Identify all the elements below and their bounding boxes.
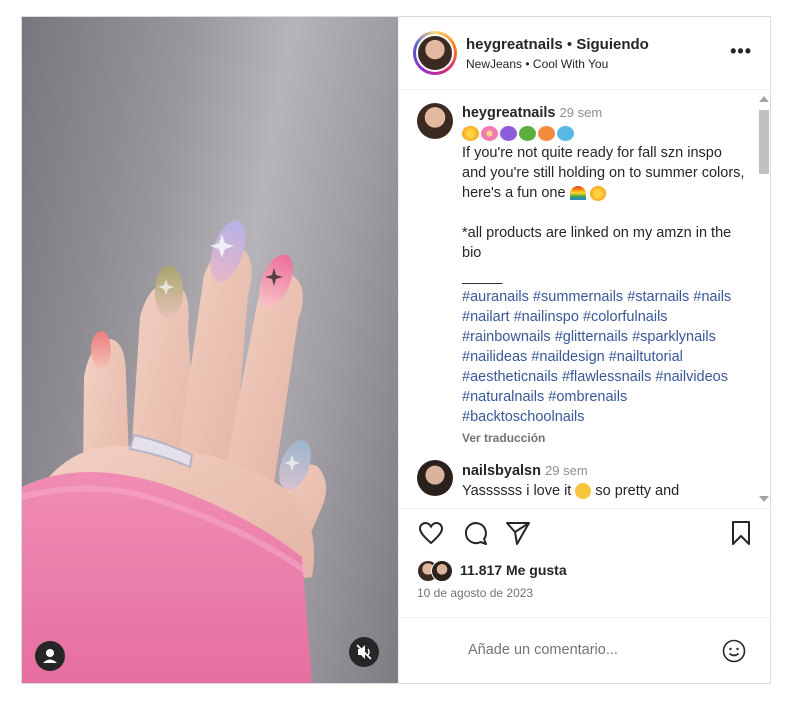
caption-emojis	[462, 123, 747, 143]
star-eyes-emoji-icon	[575, 483, 592, 500]
comment-item: nailsbyalsn 29 sem Yassssss i love it so…	[462, 461, 747, 501]
liker-avatar-2	[431, 560, 453, 582]
caption-divider: _____	[462, 269, 503, 285]
volume-off-icon	[356, 644, 372, 660]
flower-emoji-icon	[481, 125, 498, 141]
music-track[interactable]: NewJeans • Cool With You	[466, 57, 608, 71]
comment-time[interactable]: 29 sem	[545, 463, 588, 478]
heart-icon[interactable]	[417, 519, 445, 547]
comment-text: Yassssss i love it	[462, 483, 572, 499]
tagged-people-button[interactable]	[35, 641, 65, 671]
purple-heart-emoji-icon	[500, 125, 517, 141]
sparkles-emoji-icon	[462, 125, 479, 141]
caption-text-2: *all products are linked on my amzn in t…	[462, 225, 732, 261]
author-username[interactable]: heygreatnails	[466, 36, 563, 53]
likes-count[interactable]: 11.817 Me gusta	[460, 562, 567, 578]
caption-username[interactable]: heygreatnails	[462, 105, 556, 121]
mute-button[interactable]	[349, 637, 379, 667]
caption-time[interactable]: 29 sem	[560, 105, 603, 120]
comments-scrollbar[interactable]	[758, 94, 770, 504]
add-comment-input[interactable]: Añade un comentario...	[468, 642, 618, 658]
caption-avatar[interactable]	[417, 103, 453, 139]
comment-icon[interactable]	[461, 519, 489, 547]
following-button[interactable]: Siguiendo	[576, 36, 649, 53]
post-actions	[399, 509, 772, 559]
emoji-picker-icon[interactable]	[722, 639, 746, 663]
post-date[interactable]: 10 de agosto de 2023	[417, 586, 533, 600]
post-modal: heygreatnails • Siguiendo NewJeans • Coo…	[21, 16, 772, 684]
hashtags[interactable]: #auranails #summernails #starnails #nail…	[462, 287, 747, 427]
rainbow-emoji-icon	[569, 186, 586, 201]
comment-avatar[interactable]	[417, 460, 453, 496]
comments-section[interactable]: heygreatnails 29 sem If you're not quite…	[399, 90, 772, 509]
more-options-icon[interactable]: •••	[730, 41, 752, 62]
post-side-panel: heygreatnails • Siguiendo NewJeans • Coo…	[398, 17, 772, 683]
post-caption: heygreatnails 29 sem If you're not quite…	[462, 103, 747, 448]
bookmark-icon[interactable]	[727, 519, 755, 547]
comment-text-2: so pretty and	[595, 483, 680, 499]
comment-username[interactable]: nailsbyalsn	[462, 463, 541, 479]
caption-text-1: If you're not quite ready for fall szn i…	[462, 143, 747, 203]
sparkles-emoji-icon-2	[589, 185, 606, 201]
add-comment-bar: Añade un comentario...	[399, 617, 772, 684]
leaf-emoji-icon	[519, 125, 536, 141]
post-header: heygreatnails • Siguiendo NewJeans • Coo…	[399, 17, 772, 90]
peach-emoji-icon	[538, 125, 555, 141]
bubbles-emoji-icon	[557, 125, 574, 141]
see-translation-link[interactable]: Ver traducción	[462, 428, 747, 448]
post-media[interactable]	[22, 17, 398, 683]
author-avatar	[416, 34, 454, 72]
person-icon	[43, 649, 57, 663]
nails-photo	[22, 220, 327, 683]
story-ring[interactable]	[413, 31, 457, 75]
scroll-up-icon[interactable]	[759, 96, 769, 102]
author-line: heygreatnails • Siguiendo	[466, 36, 649, 53]
scroll-thumb[interactable]	[759, 110, 769, 174]
send-icon[interactable]	[504, 519, 532, 547]
scroll-down-icon[interactable]	[759, 496, 769, 502]
header-separator: •	[566, 36, 573, 53]
